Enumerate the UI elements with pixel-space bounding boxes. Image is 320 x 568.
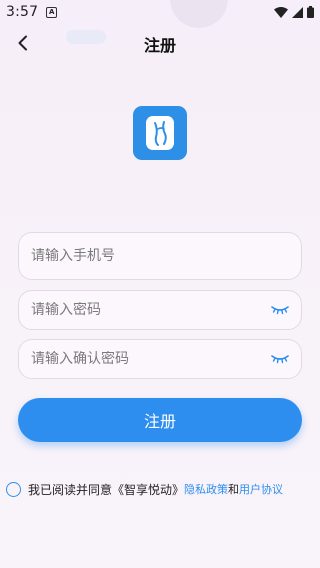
agreement-and-text: 和 — [228, 483, 240, 496]
battery-icon — [307, 6, 314, 18]
status-icons — [274, 6, 314, 18]
terms-link[interactable]: 用户协议 — [239, 481, 283, 497]
register-button[interactable]: 注册 — [18, 398, 302, 442]
status-time: 3:57 — [6, 4, 39, 20]
status-bar: 3:57 A — [0, 0, 320, 24]
agreement-text: 我已阅读并同意《智享悦动》 — [28, 482, 185, 497]
nav-bar: 注册 — [0, 26, 320, 60]
password-input[interactable] — [31, 302, 289, 318]
privacy-policy-link[interactable]: 隐私政策 — [184, 481, 228, 497]
a-box-icon: A — [46, 6, 58, 18]
signal-icon — [292, 6, 303, 18]
password-field[interactable] — [18, 290, 302, 330]
agreement-row: 我已阅读并同意《智享悦动》 隐私政策 和 用户协议 — [6, 480, 320, 498]
app-logo — [133, 106, 187, 160]
agreement-radio[interactable] — [6, 481, 21, 497]
app-logo-icon — [146, 116, 174, 150]
confirm-password-input[interactable] — [31, 351, 289, 367]
eye-closed-icon[interactable] — [271, 303, 289, 317]
phone-field[interactable] — [18, 232, 302, 280]
page-title: 注册 — [143, 36, 176, 55]
wifi-icon — [274, 6, 288, 18]
eye-closed-icon[interactable] — [271, 352, 289, 366]
phone-input[interactable] — [31, 248, 289, 264]
confirm-password-field[interactable] — [18, 339, 302, 379]
